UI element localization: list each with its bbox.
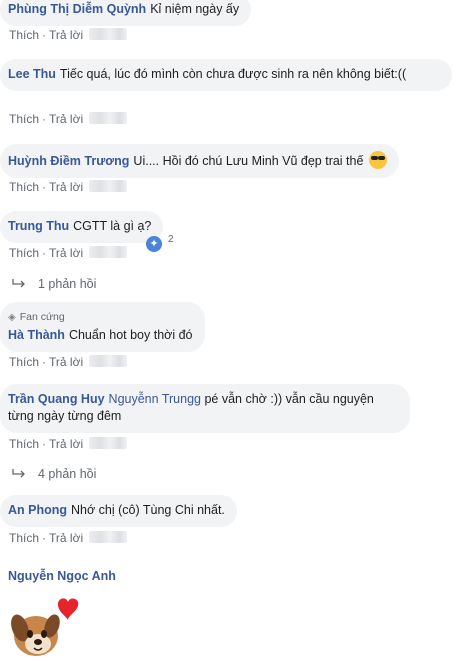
timestamp[interactable] (89, 180, 128, 192)
comment-actions: Thích · Trả lời (9, 437, 128, 451)
reply-link[interactable]: Trả lời (49, 355, 83, 369)
comment-author[interactable]: Huỳnh Điềm Trương (8, 154, 129, 168)
reply-link[interactable]: Trả lời (49, 437, 83, 451)
reply-link[interactable]: Trả lời (49, 180, 83, 194)
timestamp[interactable] (89, 531, 128, 543)
comment-text: CGTT là gì ạ? (73, 219, 152, 233)
timestamp[interactable] (89, 28, 128, 40)
comment: Phùng Thị Diễm Quỳnh Kỉ niệm ngày ấy (0, 0, 252, 26)
comment: Lee Thu Tiếc quá, lúc đó mình còn chưa đư… (0, 59, 452, 91)
reply-arrow-icon (12, 279, 25, 288)
comment: ◈ Fan cứng Hà Thành Chuẩn hot boy thời đó (0, 302, 205, 352)
reply-arrow-icon (12, 469, 25, 478)
mention-link[interactable]: Nguyễnn Trungg (109, 392, 201, 406)
timestamp[interactable] (89, 355, 128, 367)
comment-bubble: Trần Quang Huy Nguyễnn Trungg pé vẫn chờ … (0, 384, 410, 433)
comment-author[interactable]: Nguyễn Ngọc Anh (8, 569, 116, 583)
comment-bubble: ◈ Fan cứng Hà Thành Chuẩn hot boy thời đó (0, 302, 205, 352)
reaction-count: 2 (168, 234, 174, 245)
fan-badge: ◈ Fan cứng (8, 309, 193, 326)
comment-bubble: Huỳnh Điềm Trương Ui.... Hồi đó chú Lưu M… (0, 144, 399, 178)
reply-link[interactable]: Trả lời (49, 246, 83, 260)
comment-bubble: An Phong Nhớ chị (cô) Tùng Chi nhất. (0, 495, 237, 527)
comment-actions: Thích · Trả lời (9, 28, 128, 42)
comment-bubble: Phùng Thị Diễm Quỳnh Kỉ niệm ngày ấy (0, 0, 252, 26)
comment-author[interactable]: Lee Thu (8, 67, 56, 81)
comment-author[interactable]: Trần Quang Huy (8, 392, 105, 406)
comment-text: Nhớ chị (cô) Tùng Chi nhất. (71, 503, 225, 517)
comment-actions: Thích · Trả lời (9, 112, 128, 126)
comment: Trung Thu CGTT là gì ạ? (0, 211, 164, 243)
comment-author[interactable]: Phùng Thị Diễm Quỳnh (8, 2, 146, 16)
comment: Huỳnh Điềm Trương Ui.... Hồi đó chú Lưu M… (0, 144, 399, 178)
comment-bubble: Lee Thu Tiếc quá, lúc đó mình còn chưa đư… (0, 59, 452, 91)
puppy-heart-sticker-icon[interactable] (8, 596, 80, 660)
comment-text: Tiếc quá, lúc đó mình còn chưa được sinh… (59, 67, 407, 81)
like-link[interactable]: Thích (9, 531, 39, 545)
like-link[interactable]: Thích (9, 246, 39, 260)
comment-author[interactable]: Trung Thu (8, 219, 69, 233)
comment: Nguyễn Ngọc Anh (8, 569, 116, 583)
timestamp[interactable] (89, 246, 128, 258)
view-replies-link[interactable]: 4 phản hồi (12, 467, 96, 481)
comment-actions: Thích · Trả lời (9, 531, 128, 545)
comment-actions: Thích · Trả lời (9, 246, 128, 260)
reply-link[interactable]: Trả lời (49, 28, 83, 42)
like-link[interactable]: Thích (9, 437, 39, 451)
comment-actions: Thích · Trả lời (9, 180, 128, 194)
comment-author[interactable]: An Phong (8, 503, 67, 517)
like-reaction-icon: ✦ (146, 236, 162, 252)
comment: An Phong Nhớ chị (cô) Tùng Chi nhất. (0, 495, 237, 527)
timestamp[interactable] (89, 437, 128, 449)
comment-bubble: Trung Thu CGTT là gì ạ? (0, 211, 164, 243)
reply-link[interactable]: Trả lời (49, 112, 83, 126)
comment-actions: Thích · Trả lời (9, 355, 128, 369)
diamond-icon: ◈ (8, 312, 16, 323)
sunglasses-emoji-icon (368, 151, 387, 169)
like-link[interactable]: Thích (9, 355, 39, 369)
like-link[interactable]: Thích (9, 180, 39, 194)
comment: Trần Quang Huy Nguyễnn Trungg pé vẫn chờ … (0, 384, 410, 433)
like-link[interactable]: Thích (9, 112, 39, 126)
like-link[interactable]: Thích (9, 28, 39, 42)
reply-link[interactable]: Trả lời (49, 531, 83, 545)
replies-count: 1 phản hồi (38, 277, 97, 291)
view-replies-link[interactable]: 1 phản hồi (12, 277, 96, 291)
comment-text: Ui.... Hồi đó chú Lưu Minh Vũ đẹp trai t… (133, 154, 364, 168)
timestamp[interactable] (89, 112, 128, 124)
comment-text: Kỉ niệm ngày ấy (150, 2, 240, 16)
comment-text: Chuẩn hot boy thời đó (68, 328, 193, 342)
replies-count: 4 phản hồi (38, 467, 97, 481)
comment-author[interactable]: Hà Thành (8, 328, 65, 342)
